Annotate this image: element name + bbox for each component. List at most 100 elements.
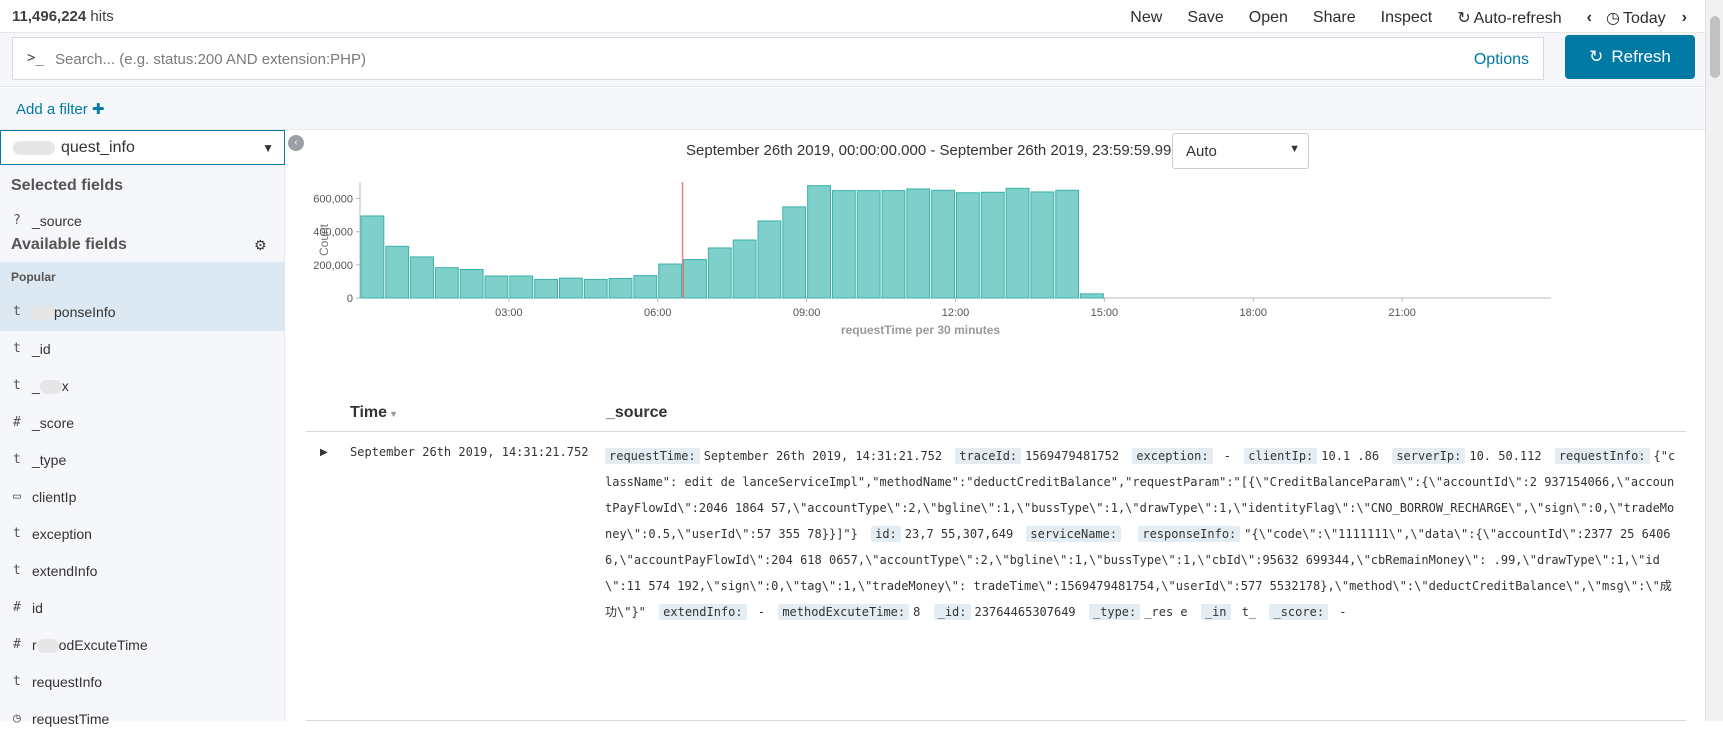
histogram-bar: [459, 268, 484, 299]
field-item[interactable]: ▭ clientIp: [0, 479, 285, 516]
hits-count: 11,496,224 hits: [12, 8, 114, 25]
popular-label: Popular: [11, 270, 56, 284]
interval-value: Auto: [1186, 143, 1217, 160]
sort-icon: ▼: [389, 409, 398, 419]
hits-label: hits: [86, 8, 114, 25]
histogram-bar: [658, 263, 683, 299]
source-field-value: -: [750, 605, 773, 619]
field-item[interactable]: ◷ requestTime: [0, 701, 285, 738]
gear-icon[interactable]: ⚙: [254, 237, 267, 254]
row-source: requestTime: September 26th 2019, 14:31:2…: [605, 443, 1677, 625]
x-axis-label: requestTime per 30 minutes: [841, 323, 1000, 337]
histogram-bar: [831, 190, 856, 299]
source-field-value: _res e: [1144, 605, 1188, 619]
x-tick-label: 18:00: [1239, 307, 1267, 319]
field-item[interactable]: # id: [0, 590, 285, 627]
redacted-blur: [36, 639, 59, 654]
field-item[interactable]: t exception: [0, 516, 285, 553]
histogram-bar: [807, 185, 831, 299]
search-input[interactable]: [55, 46, 1455, 72]
histogram-bar: [410, 256, 434, 299]
auto-refresh-button[interactable]: ↻ Auto-refresh: [1457, 8, 1561, 28]
source-field-key: _id:: [933, 604, 971, 620]
histogram-bar: [608, 277, 633, 299]
x-tick-label: 09:00: [793, 307, 821, 319]
histogram-bar: [434, 267, 459, 299]
histogram-bar: [1080, 293, 1104, 299]
field-item[interactable]: t _type: [0, 442, 285, 479]
field-name: r odExcuteTime: [32, 637, 148, 654]
source-field-key: _in: [1200, 604, 1231, 620]
field-type-icon: t: [13, 674, 21, 689]
field-name: ponseInfo: [32, 304, 116, 321]
chevron-down-icon: ▼: [262, 141, 274, 155]
table-row: ▶ September 26th 2019, 14:31:21.752 requ…: [306, 435, 1686, 721]
source-field-value: 10. 50.112: [1469, 449, 1542, 463]
field-item[interactable]: t ponseInfo: [0, 294, 285, 331]
scrollbar-thumb[interactable]: [1710, 16, 1720, 78]
menu-open[interactable]: Open: [1249, 9, 1288, 27]
page-scrollbar[interactable]: [1705, 0, 1723, 721]
menu-inspect[interactable]: Inspect: [1381, 9, 1433, 27]
field-type-icon: t: [13, 378, 21, 393]
field-item[interactable]: t _ x: [0, 368, 285, 405]
source-field-key: exception:: [1132, 448, 1213, 464]
chevron-down-icon: ▼: [1289, 143, 1300, 155]
source-field-key: serverIp:: [1392, 448, 1466, 464]
collapse-sidebar-icon[interactable]: ‹: [288, 135, 304, 151]
source-field-value: -: [1216, 449, 1239, 463]
menu-save[interactable]: Save: [1187, 9, 1223, 27]
field-item[interactable]: t extendInfo: [0, 553, 285, 590]
y-axis-label: Count: [317, 223, 331, 256]
source-field-value: -: [1332, 605, 1347, 619]
refresh-button[interactable]: ↻ Refresh: [1565, 35, 1695, 79]
histogram-bar: [931, 189, 955, 299]
field-item[interactable]: t _id: [0, 331, 285, 368]
prev-time-button[interactable]: ‹: [1587, 9, 1592, 27]
time-picker-label: Today: [1622, 10, 1666, 27]
field-item[interactable]: t requestInfo: [0, 664, 285, 701]
source-column-header: _source: [606, 404, 668, 421]
selected-fields-heading: Selected fields: [11, 177, 124, 194]
time-column-header[interactable]: Time ▼: [350, 404, 398, 422]
histogram-bar: [856, 190, 881, 299]
menu-new[interactable]: New: [1130, 9, 1162, 27]
source-field-value: 10.1 .86: [1321, 449, 1380, 463]
interval-select[interactable]: Auto ▼: [1172, 133, 1309, 169]
field-item[interactable]: # r odExcuteTime: [0, 627, 285, 664]
histogram-bar: [906, 188, 931, 299]
time-header-label: Time: [350, 404, 388, 421]
field-name: requestInfo: [32, 674, 103, 690]
source-field-key: requestTime:: [605, 448, 700, 464]
field-sidebar: quest_info ▼ Selected fields ? _source A…: [0, 130, 285, 727]
row-time: September 26th 2019, 14:31:21.752: [350, 445, 589, 459]
histogram-chart: 0200,000400,000600,000Count03:00 06:00 09:…: [313, 182, 1551, 337]
source-field-value: 23,7 55,307,649: [904, 527, 1014, 541]
field-name: extendInfo: [32, 563, 98, 579]
histogram-bar: [1030, 191, 1055, 299]
histogram-bar: [707, 247, 732, 299]
next-time-button[interactable]: ›: [1682, 9, 1687, 27]
field-name: _ x: [32, 378, 69, 395]
source-field-key: requestInfo:: [1554, 448, 1650, 464]
histogram-bar: [385, 245, 410, 299]
source-field-value: September 26th 2019, 14:31:21.752: [703, 449, 943, 463]
field-type-icon: ▭: [13, 489, 21, 504]
index-pattern-select[interactable]: quest_info ▼: [0, 130, 285, 165]
add-filter-link[interactable]: Add a filter ✚: [16, 100, 104, 118]
field-item[interactable]: # _score: [0, 405, 285, 442]
field-type-icon: #: [13, 600, 21, 615]
selected-field[interactable]: ? _source: [0, 203, 285, 240]
field-type-icon: t: [13, 526, 21, 541]
expand-row-icon[interactable]: ▶: [320, 447, 328, 458]
redacted-blur: [32, 306, 54, 321]
source-field-key: clientIp:: [1244, 448, 1318, 464]
options-link[interactable]: Options: [1474, 51, 1529, 69]
search-box: >_ Options: [12, 37, 1544, 80]
source-field-value: 8: [913, 605, 921, 619]
source-field-key: responseInfo:: [1138, 526, 1241, 542]
histogram-bar: [484, 275, 509, 299]
histogram-bar: [583, 278, 608, 299]
time-picker-button[interactable]: ◷ Today: [1606, 8, 1666, 28]
menu-share[interactable]: Share: [1313, 9, 1356, 27]
